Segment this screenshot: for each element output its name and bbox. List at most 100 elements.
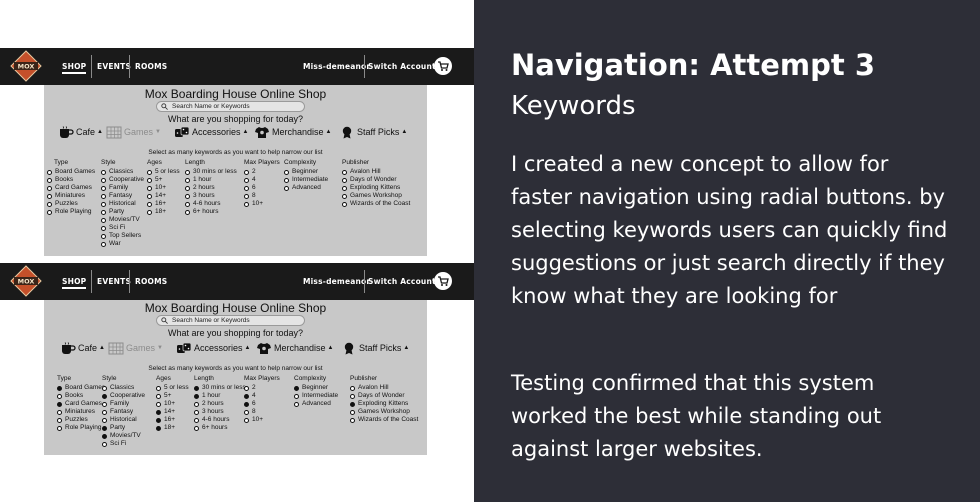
radio-unselected[interactable] [147,209,152,215]
search-input[interactable]: Search Name or Keywords [156,315,305,326]
user-name-link[interactable]: Miss-demeanor [303,263,370,300]
radio-unselected[interactable] [342,177,347,183]
keyword-option[interactable]: 5 or less [156,384,189,392]
radio-unselected[interactable] [101,201,106,207]
radio-unselected[interactable] [147,169,152,175]
keyword-option[interactable]: Top Sellers [101,232,144,240]
keyword-option[interactable]: Movies/TV [102,432,145,440]
keyword-option[interactable]: 3 hours [194,408,246,416]
radio-unselected[interactable] [47,209,52,215]
category-cafe[interactable]: Cafe ▲ [58,125,103,139]
keyword-option[interactable]: 10+ [147,184,180,192]
radio-unselected[interactable] [194,409,199,415]
keyword-option[interactable]: Board Games [57,384,105,392]
keyword-option[interactable]: 10+ [156,400,189,408]
radio-unselected[interactable] [244,385,249,391]
keyword-option[interactable]: 5 or less [147,168,180,176]
keyword-option[interactable]: Party [102,424,145,432]
keyword-option[interactable]: Advanced [284,184,328,192]
search-input[interactable]: Search Name or Keywords [156,101,305,112]
radio-unselected[interactable] [244,193,249,199]
keyword-option[interactable]: Days of Wonder [350,392,418,400]
keyword-option[interactable]: 4 [244,176,280,184]
radio-selected[interactable] [244,401,249,407]
keyword-option[interactable]: Exploding Kittens [342,184,410,192]
radio-selected[interactable] [294,385,299,391]
keyword-option[interactable]: Books [47,176,95,184]
radio-unselected[interactable] [284,185,289,191]
radio-unselected[interactable] [350,417,355,423]
radio-unselected[interactable] [244,185,249,191]
keyword-option[interactable]: Sci Fi [102,440,145,448]
keyword-option[interactable]: Puzzles [47,200,95,208]
radio-unselected[interactable] [350,409,355,415]
keyword-option[interactable]: Advanced [294,400,338,408]
nav-rooms-link[interactable]: ROOMS [135,48,167,85]
keyword-option[interactable]: 4-6 hours [185,200,237,208]
keyword-option[interactable]: Role Playing [47,208,95,216]
radio-unselected[interactable] [244,417,249,423]
radio-unselected[interactable] [244,201,249,207]
keyword-option[interactable]: War [101,240,144,248]
radio-unselected[interactable] [294,401,299,407]
radio-unselected[interactable] [47,169,52,175]
radio-unselected[interactable] [284,169,289,175]
nav-shop-link[interactable]: SHOP [62,48,87,74]
keyword-option[interactable]: 10+ [244,200,280,208]
keyword-option[interactable]: Cooperative [101,176,144,184]
radio-selected[interactable] [57,401,62,407]
keyword-option[interactable]: Puzzles [57,416,105,424]
radio-unselected[interactable] [156,393,161,399]
keyword-option[interactable]: Board Games [47,168,95,176]
category-staff-picks[interactable]: Staff Picks ▲ [339,125,407,139]
radio-unselected[interactable] [350,385,355,391]
radio-unselected[interactable] [147,177,152,183]
radio-unselected[interactable] [342,193,347,199]
keyword-option[interactable]: 1 hour [185,176,237,184]
radio-unselected[interactable] [185,193,190,199]
radio-unselected[interactable] [101,225,106,231]
keyword-option[interactable]: Beginner [294,384,338,392]
keyword-option[interactable]: Intermediate [284,176,328,184]
radio-unselected[interactable] [47,185,52,191]
keyword-option[interactable]: Exploding Kittens [350,400,418,408]
radio-unselected[interactable] [57,425,62,431]
keyword-option[interactable]: Family [102,400,145,408]
keyword-option[interactable]: Games Workshop [342,192,410,200]
keyword-option[interactable]: 6 [244,184,280,192]
keyword-option[interactable]: 2 [244,168,280,176]
keyword-option[interactable]: Days of Wonder [342,176,410,184]
radio-unselected[interactable] [244,409,249,415]
keyword-option[interactable]: Books [57,392,105,400]
keyword-option[interactable]: 2 [244,384,280,392]
radio-unselected[interactable] [185,177,190,183]
radio-unselected[interactable] [194,417,199,423]
keyword-option[interactable]: Party [101,208,144,216]
mox-logo[interactable]: MOX [10,265,42,297]
keyword-option[interactable]: Wizards of the Coast [350,416,418,424]
radio-unselected[interactable] [101,185,106,191]
radio-selected[interactable] [102,393,107,399]
keyword-option[interactable]: 4-6 hours [194,416,246,424]
nav-events-link[interactable]: EVENTS [97,48,131,85]
keyword-option[interactable]: 4 [244,392,280,400]
cart-button[interactable] [434,57,452,75]
keyword-option[interactable]: Classics [102,384,145,392]
keyword-option[interactable]: 16+ [156,416,189,424]
keyword-option[interactable]: Intermediate [294,392,338,400]
radio-unselected[interactable] [47,193,52,199]
radio-unselected[interactable] [101,177,106,183]
keyword-option[interactable]: 6 [244,400,280,408]
radio-selected[interactable] [350,401,355,407]
radio-unselected[interactable] [101,193,106,199]
keyword-option[interactable]: Card Games [47,184,95,192]
keyword-option[interactable]: 30 mins or less [194,384,246,392]
radio-selected[interactable] [194,393,199,399]
radio-selected[interactable] [156,425,161,431]
nav-rooms-link[interactable]: ROOMS [135,263,167,300]
keyword-option[interactable]: 3 hours [185,192,237,200]
radio-unselected[interactable] [156,401,161,407]
radio-unselected[interactable] [147,193,152,199]
keyword-option[interactable]: 2 hours [194,400,246,408]
radio-unselected[interactable] [284,177,289,183]
